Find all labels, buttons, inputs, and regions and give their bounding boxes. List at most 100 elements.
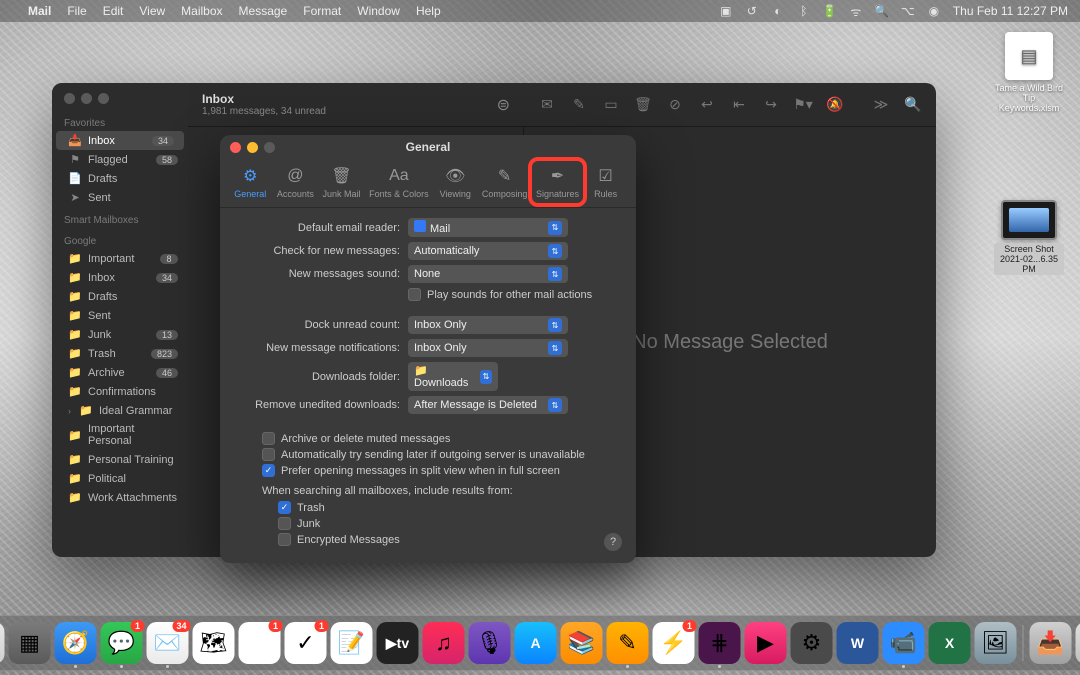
prefs-tab-accounts[interactable]: @Accounts xyxy=(273,163,318,201)
status-wifi-icon[interactable]: ᯤ xyxy=(849,4,863,18)
desktop-file-screenshot[interactable]: Screen Shot 2021-02...6.35 PM xyxy=(994,200,1064,275)
status-battery-icon[interactable]: 🔋 xyxy=(823,4,837,18)
dock-app-4[interactable]: ✉️34 xyxy=(147,622,189,664)
prefs-tab-fonts-colors[interactable]: AaFonts & Colors xyxy=(365,163,433,201)
dock-app-20[interactable]: 📹 xyxy=(883,622,925,664)
sidebar-item-trash[interactable]: 📁Trash823 xyxy=(52,344,188,363)
zoom-button[interactable] xyxy=(264,142,275,153)
sidebar-item-important-personal[interactable]: 📁Important Personal xyxy=(52,420,188,450)
status-control-center-icon[interactable]: ⌥ xyxy=(901,4,915,18)
search-icon[interactable]: 🔍 xyxy=(904,96,922,114)
prefs-tab-viewing[interactable]: 👁Viewing xyxy=(433,163,477,201)
dock-trash[interactable]: 🗑 xyxy=(1076,622,1080,664)
notifications-select[interactable]: Inbox Only⇅ xyxy=(408,339,568,357)
menu-edit[interactable]: Edit xyxy=(103,4,124,18)
menu-format[interactable]: Format xyxy=(303,4,341,18)
check-messages-select[interactable]: Automatically⇅ xyxy=(408,242,568,260)
archive-muted-checkbox[interactable] xyxy=(262,432,275,445)
desktop-file-xlsm[interactable]: ▤ Tame a Wild Bird Tip Keywords.xlsm xyxy=(994,32,1064,113)
auto-send-checkbox[interactable] xyxy=(262,448,275,461)
close-button[interactable] xyxy=(230,142,241,153)
dock-downloads[interactable]: 📥 xyxy=(1030,622,1072,664)
minimize-button[interactable] xyxy=(247,142,258,153)
sidebar-item-sent[interactable]: ➤Sent xyxy=(52,188,188,207)
dock-app-18[interactable]: ⚙ xyxy=(791,622,833,664)
dock-app-10[interactable]: ♫ xyxy=(423,622,465,664)
dock-app-1[interactable]: ▦ xyxy=(9,622,51,664)
prefs-tab-general[interactable]: ⚙General xyxy=(228,163,272,201)
dock-app-5[interactable]: 🗺 xyxy=(193,622,235,664)
get-mail-icon[interactable]: ✉ xyxy=(538,96,556,114)
dock-app-19[interactable]: W xyxy=(837,622,879,664)
minimize-button[interactable] xyxy=(81,93,92,104)
sidebar-item-ideal-grammar[interactable]: ›📁Ideal Grammar xyxy=(52,401,188,420)
prefs-tab-rules[interactable]: ☑Rules xyxy=(584,163,628,201)
dock-app-7[interactable]: ✓1 xyxy=(285,622,327,664)
dock-app-15[interactable]: ⚡1 xyxy=(653,622,695,664)
archive-icon[interactable]: ▭ xyxy=(602,96,620,114)
menu-mailbox[interactable]: Mailbox xyxy=(181,4,222,18)
status-sync-icon[interactable]: ↺ xyxy=(745,4,759,18)
dock-app-3[interactable]: 💬1 xyxy=(101,622,143,664)
include-trash-checkbox[interactable]: ✓ xyxy=(278,501,291,514)
dock-app-0[interactable]: 😀 xyxy=(0,622,5,664)
menu-view[interactable]: View xyxy=(139,4,165,18)
sidebar-item-sent[interactable]: 📁Sent xyxy=(52,306,188,325)
sidebar-item-flagged[interactable]: ⚑Flagged58 xyxy=(52,150,188,169)
zoom-button[interactable] xyxy=(98,93,109,104)
delete-icon[interactable]: 🗑 xyxy=(634,96,652,114)
dock-app-8[interactable]: 📝 xyxy=(331,622,373,664)
sidebar-item-work-attachments[interactable]: 📁Work Attachments xyxy=(52,488,188,507)
menubar-clock[interactable]: Thu Feb 11 12:27 PM xyxy=(953,4,1068,18)
prefs-tab-junk-mail[interactable]: 🗑Junk Mail xyxy=(319,163,365,201)
junk-icon[interactable]: ⊘ xyxy=(666,96,684,114)
status-siri-icon[interactable]: ◉ xyxy=(927,4,941,18)
dock-app-14[interactable]: ✎ xyxy=(607,622,649,664)
dock-app-13[interactable]: 📚 xyxy=(561,622,603,664)
share-icon[interactable]: ≫ xyxy=(872,96,890,114)
reply-icon[interactable]: ↩ xyxy=(698,96,716,114)
sidebar-item-important[interactable]: 📁Important8 xyxy=(52,249,188,268)
mute-icon[interactable]: 🔕 xyxy=(826,96,844,114)
sound-select[interactable]: None⇅ xyxy=(408,265,568,283)
dock-count-select[interactable]: Inbox Only⇅ xyxy=(408,316,568,334)
menu-message[interactable]: Message xyxy=(239,4,288,18)
sidebar-item-drafts[interactable]: 📄Drafts xyxy=(52,169,188,188)
play-sounds-checkbox[interactable] xyxy=(408,288,421,301)
menu-file[interactable]: File xyxy=(67,4,86,18)
default-reader-select[interactable]: Mail⇅ xyxy=(408,218,568,237)
dock-app-21[interactable]: X xyxy=(929,622,971,664)
include-junk-checkbox[interactable] xyxy=(278,517,291,530)
dock-app-11[interactable]: 🎙 xyxy=(469,622,511,664)
flag-icon[interactable]: ⚑▾ xyxy=(794,96,812,114)
prefs-tab-composing[interactable]: ✎Composing xyxy=(478,163,532,201)
menu-window[interactable]: Window xyxy=(357,4,400,18)
sidebar-item-political[interactable]: 📁Political xyxy=(52,469,188,488)
sidebar-item-inbox[interactable]: 📥Inbox34 xyxy=(56,131,184,150)
sidebar-item-junk[interactable]: 📁Junk13 xyxy=(52,325,188,344)
menu-help[interactable]: Help xyxy=(416,4,441,18)
status-search-icon[interactable]: 🔍 xyxy=(875,4,889,18)
downloads-select[interactable]: 📁 Downloads⇅ xyxy=(408,362,498,391)
dock-app-17[interactable]: ▶ xyxy=(745,622,787,664)
sidebar-item-archive[interactable]: 📁Archive46 xyxy=(52,363,188,382)
dock-app-16[interactable]: ⋕ xyxy=(699,622,741,664)
dock-app-6[interactable]: 111 xyxy=(239,622,281,664)
sidebar-item-drafts[interactable]: 📁Drafts xyxy=(52,287,188,306)
sidebar-item-inbox[interactable]: 📁Inbox34 xyxy=(52,268,188,287)
split-view-checkbox[interactable]: ✓ xyxy=(262,464,275,477)
dock-app-22[interactable]: 🖼 xyxy=(975,622,1017,664)
include-encrypted-checkbox[interactable] xyxy=(278,533,291,546)
reply-all-icon[interactable]: ⇤ xyxy=(730,96,748,114)
status-zoom-icon[interactable]: ▣ xyxy=(719,4,733,18)
status-display-icon[interactable]: ◐ xyxy=(771,4,785,18)
sidebar-item-personal-training[interactable]: 📁Personal Training xyxy=(52,450,188,469)
status-bluetooth-icon[interactable]: ᛒ xyxy=(797,4,811,18)
prefs-tab-signatures[interactable]: ✒Signatures xyxy=(532,163,583,201)
dock-app-9[interactable]: ▶tv xyxy=(377,622,419,664)
app-menu[interactable]: Mail xyxy=(28,4,51,18)
dock-app-12[interactable]: A xyxy=(515,622,557,664)
compose-icon[interactable]: ✎ xyxy=(570,96,588,114)
filter-icon[interactable]: ⊜ xyxy=(497,95,510,115)
help-button[interactable]: ? xyxy=(604,533,622,551)
